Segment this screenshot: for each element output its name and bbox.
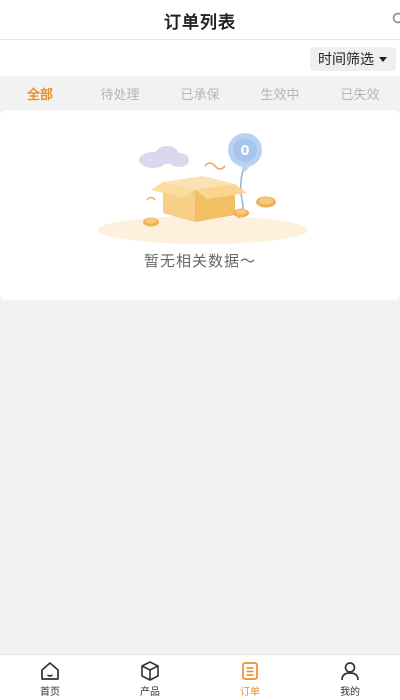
tab-pending[interactable]: 待处理 — [80, 84, 160, 103]
top-bar: 订单列表 — [0, 0, 400, 40]
tab-in-effect[interactable]: 生效中 — [240, 84, 320, 103]
nav-label-profile: 我的 — [340, 687, 360, 698]
order-status-tabs: 全部 待处理 已承保 生效中 已失效 — [0, 76, 400, 110]
nav-item-home[interactable]: 首页 — [0, 655, 100, 700]
nav-item-products[interactable]: 产品 — [100, 655, 200, 700]
empty-box-illustration: 0 — [98, 133, 308, 244]
nav-label-orders: 订单 — [240, 687, 260, 698]
search-icon[interactable] — [392, 12, 400, 26]
order-icon — [242, 662, 258, 680]
home-icon — [41, 662, 59, 680]
empty-state-card: 0 暂无相关数据～ — [0, 110, 400, 300]
nav-item-profile[interactable]: 我的 — [300, 655, 400, 700]
nav-label-products: 产品 — [140, 687, 160, 698]
page-title: 订单列表 — [164, 13, 236, 33]
tab-all[interactable]: 全部 — [0, 84, 80, 103]
balloon-badge: 0 — [240, 144, 249, 159]
empty-state-message: 暂无相关数据～ — [143, 252, 256, 270]
tab-insured[interactable]: 已承保 — [160, 84, 240, 103]
user-icon — [341, 662, 359, 681]
time-filter-label: 时间筛选 — [318, 52, 374, 68]
bottom-navigation: 首页 产品 订单 我的 — [0, 654, 400, 700]
filter-row: 时间筛选 — [0, 40, 400, 76]
chevron-down-icon — [379, 57, 387, 62]
box-icon — [141, 661, 159, 681]
time-filter-button[interactable]: 时间筛选 — [310, 47, 396, 71]
nav-label-home: 首页 — [40, 687, 60, 698]
nav-item-orders[interactable]: 订单 — [200, 655, 300, 700]
tab-expired[interactable]: 已失效 — [320, 84, 400, 103]
